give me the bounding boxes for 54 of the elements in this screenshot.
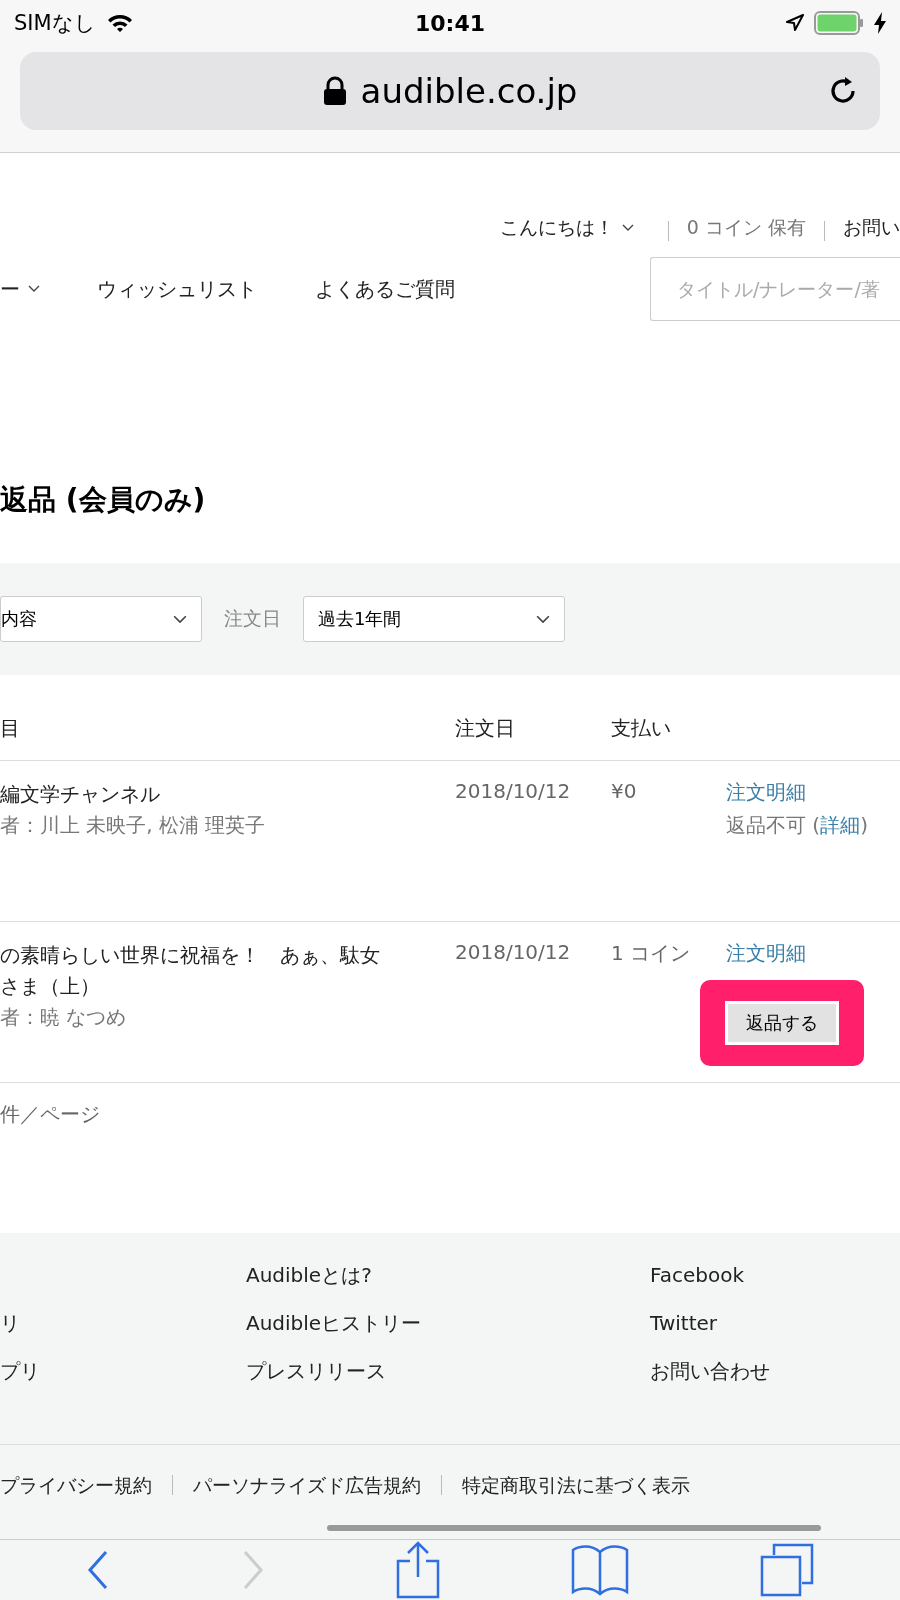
content-select[interactable]: 内容 (0, 596, 202, 642)
footer-link[interactable]: Facebook (650, 1261, 900, 1289)
per-page-label: 件／ページ (0, 1101, 101, 1128)
footer-link[interactable]: Audibleとは? (246, 1261, 650, 1289)
clock-time: 10:41 (415, 10, 485, 36)
legal-link[interactable]: プライバシー規約 (0, 1471, 152, 1499)
item-author: 者：暁 なつめ (0, 1004, 128, 1031)
order-date: 2018/10/12 (455, 779, 572, 805)
return-status-note: 返品不可 (詳細) (726, 812, 868, 839)
footer-link[interactable]: プリ (0, 1357, 246, 1385)
item-title: 編文学チャンネル (0, 781, 161, 808)
chevron-down-icon (28, 285, 40, 293)
nav-link[interactable]: ー (0, 275, 97, 303)
footer-link[interactable]: リ (0, 1309, 246, 1337)
search-field[interactable]: タイトル/ナレーター/著 (650, 257, 900, 321)
item-author: 者：川上 未映子, 松浦 理英子 (0, 812, 267, 839)
order-details-link[interactable]: 注文明細 (726, 940, 806, 967)
item-title: の素晴らしい世界に祝福を！ あぁ、駄女 さま（上） (0, 942, 381, 1000)
column-header: 支払い (611, 715, 672, 742)
footer-link[interactable]: Audibleヒストリー (246, 1309, 650, 1337)
contact-link[interactable]: お問い (843, 215, 900, 241)
details-link[interactable]: 詳細 (820, 813, 861, 837)
payment-amount: 1 コイン (611, 940, 692, 967)
carrier-text: SIMなし (14, 10, 96, 37)
tabs-icon[interactable] (760, 1543, 815, 1597)
charging-bolt-icon (874, 12, 886, 34)
legal-link[interactable]: 特定商取引法に基づく表示 (462, 1471, 690, 1499)
footer-link[interactable]: お問い合わせ (650, 1357, 900, 1385)
back-icon[interactable] (85, 1550, 110, 1590)
footer-link[interactable]: Twitter (650, 1309, 900, 1337)
share-icon[interactable] (395, 1541, 440, 1599)
address-bar[interactable]: audible.co.jp (20, 52, 880, 130)
greeting-menu[interactable]: こんにちは！ (499, 215, 650, 241)
legal-link[interactable]: パーソナライズド広告規約 (193, 1471, 421, 1499)
location-arrow-icon (786, 14, 804, 32)
coin-balance: 0 コイン 保有 (686, 215, 806, 240)
book-icon[interactable] (571, 1544, 630, 1596)
chevron-down-icon (173, 614, 187, 624)
page-title: 返品 (会員のみ) (0, 482, 207, 518)
lock-icon (322, 76, 347, 106)
payment-amount: ¥0 (611, 779, 638, 805)
nav-link[interactable]: よくあるご質問 (315, 275, 533, 303)
column-header: 目 (0, 715, 21, 742)
nav-link[interactable]: ウィッシュリスト (97, 275, 315, 303)
chevron-down-icon (536, 614, 550, 624)
battery-icon (814, 11, 864, 35)
return-button[interactable]: 返品する (725, 1001, 839, 1045)
filter-label: 注文日 (224, 606, 281, 631)
order-details-link[interactable]: 注文明細 (726, 779, 806, 806)
order-date: 2018/10/12 (455, 940, 572, 966)
footer-link[interactable]: プレスリリース (246, 1357, 650, 1385)
chevron-down-icon (621, 224, 634, 232)
column-header: 注文日 (455, 715, 516, 742)
period-select[interactable]: 過去1年間 (303, 596, 565, 642)
